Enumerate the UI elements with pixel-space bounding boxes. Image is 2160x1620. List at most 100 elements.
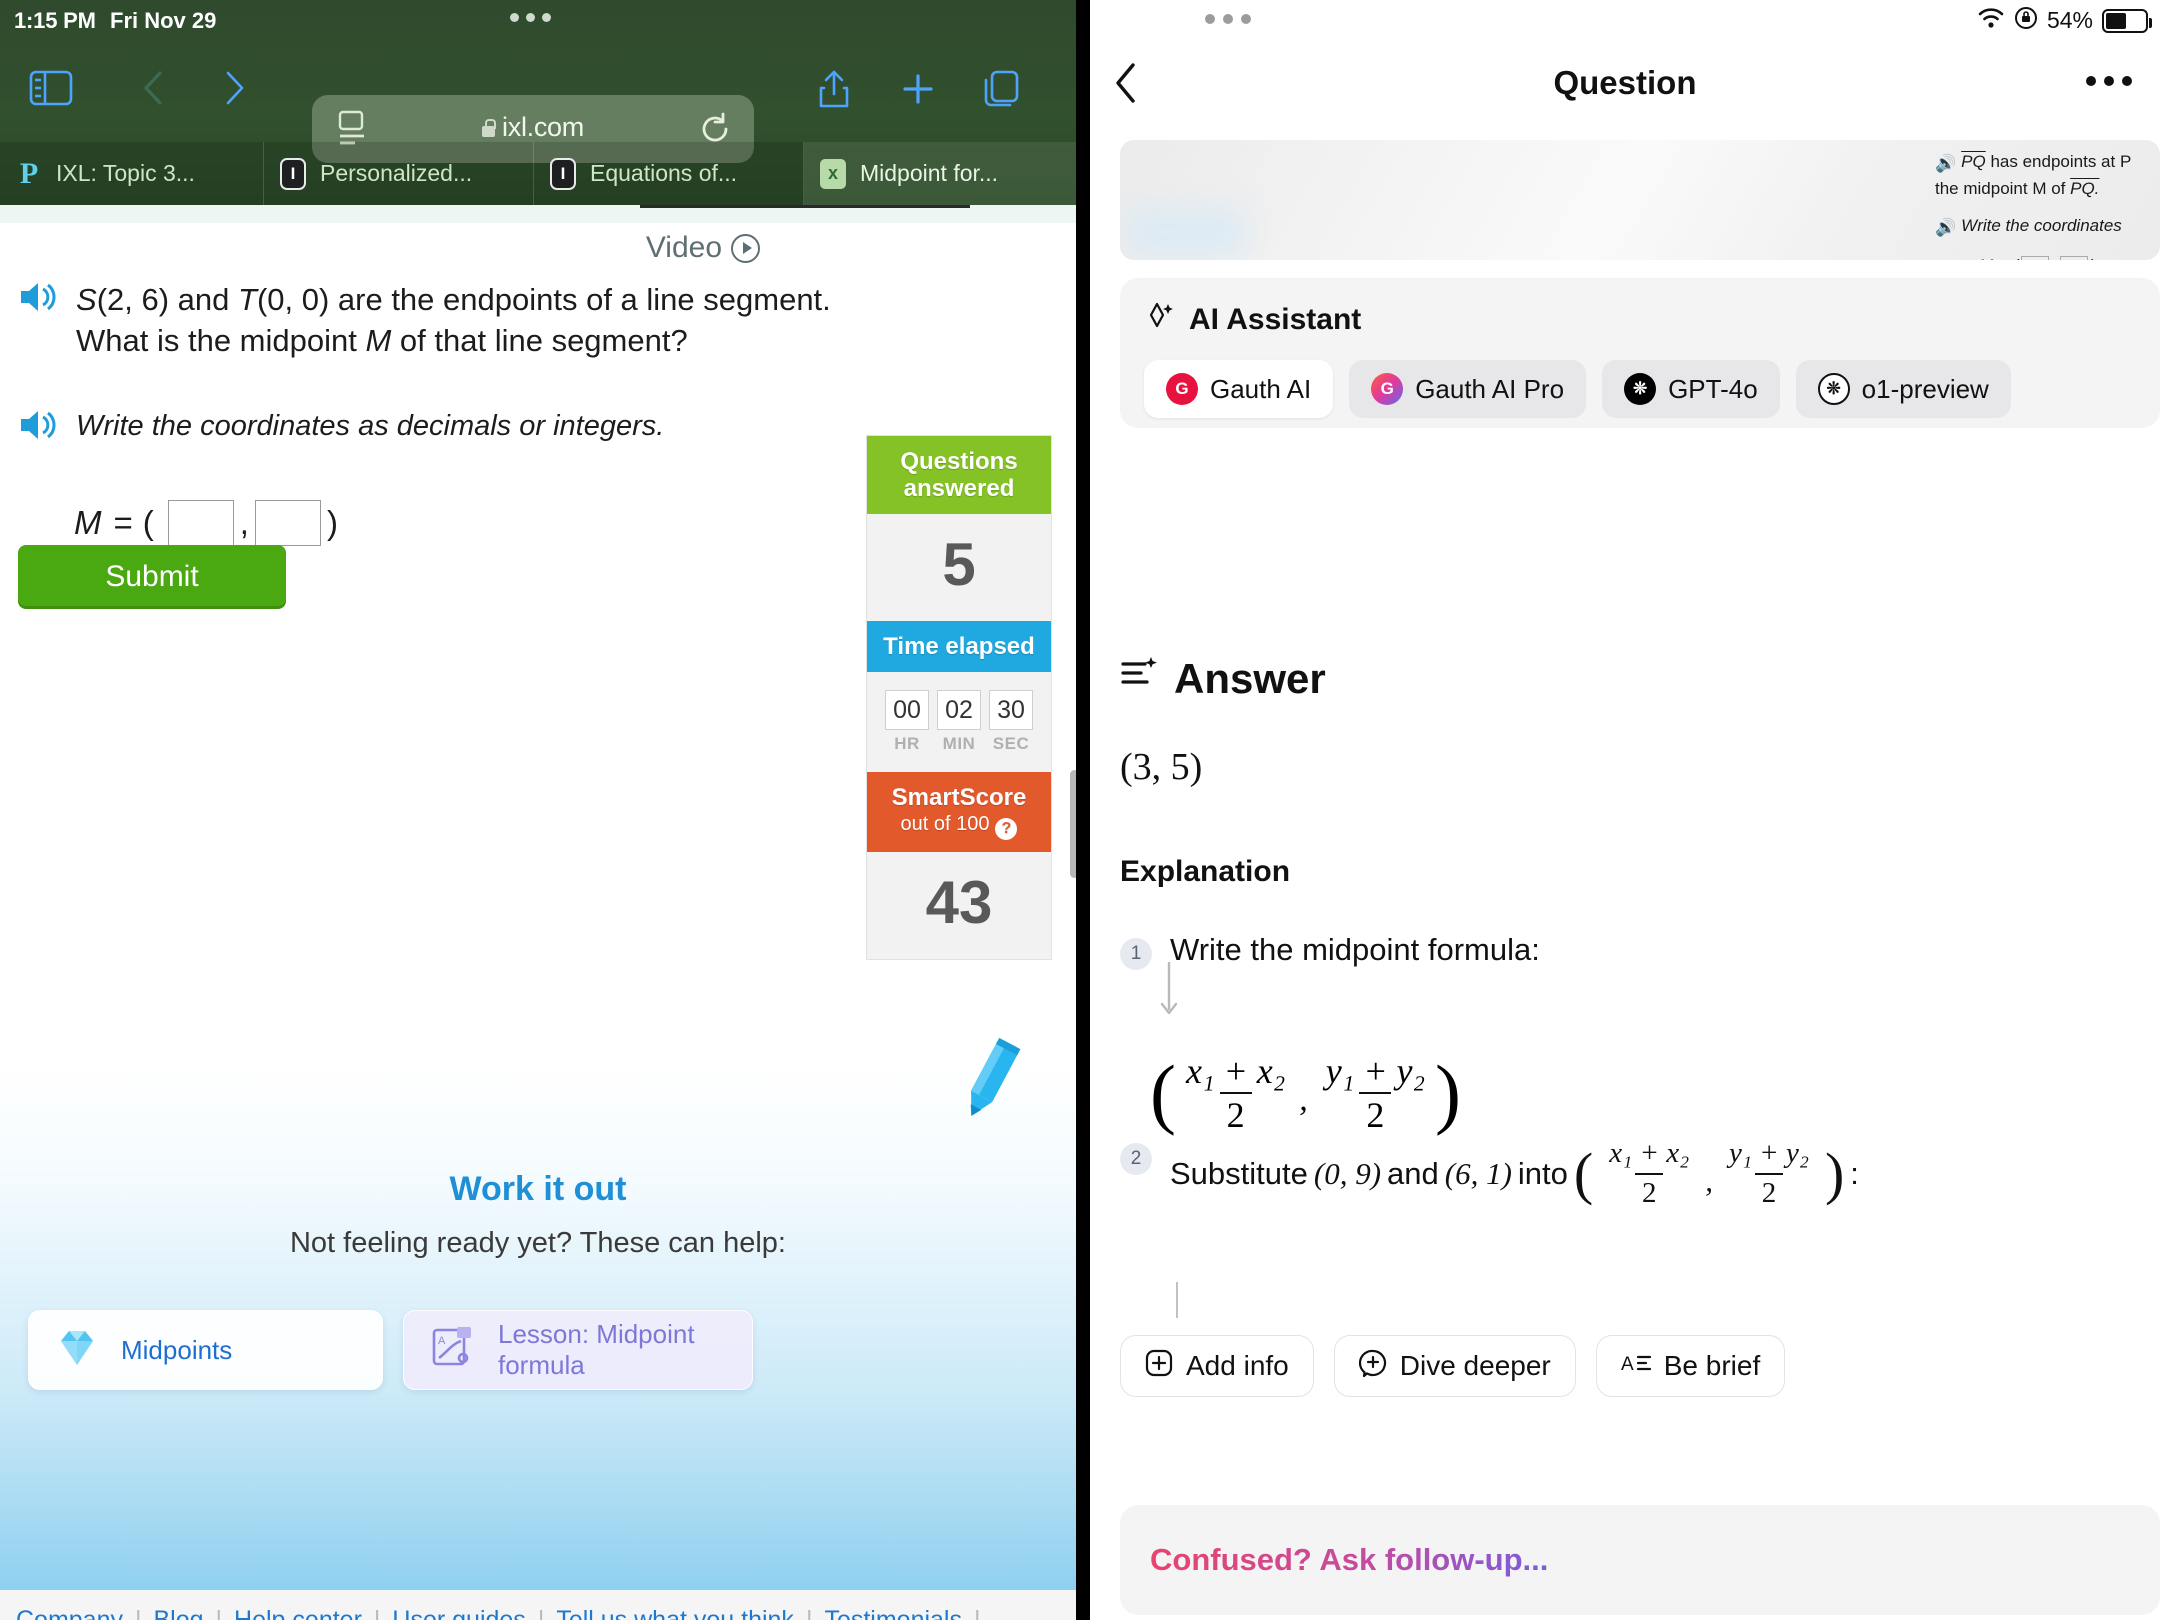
page-scrollbar[interactable] — [1070, 770, 1076, 878]
battery-icon — [2102, 8, 2152, 33]
step-number: 2 — [1120, 1143, 1152, 1175]
footer-links: Company | Blog | Help center | User guides |… — [0, 1590, 1076, 1620]
tabs-overview-icon[interactable] — [982, 68, 1022, 115]
tab-personalized[interactable]: I Personalized... — [264, 142, 534, 205]
work-it-out-title: Work it out — [449, 1170, 627, 1208]
step2-point-2: (6, 1) — [1444, 1155, 1512, 1191]
tab-label: IXL: Topic 3... — [56, 160, 195, 186]
tab-label: Midpoint for... — [860, 160, 999, 186]
be-brief-button[interactable]: A Be brief — [1595, 1335, 1786, 1397]
timer-minutes: 02 MIN — [937, 690, 981, 754]
divider: | — [373, 1605, 381, 1620]
footer-link-user-guides[interactable]: User guides — [392, 1606, 525, 1620]
help-cards: Midpoints A Lesson: Midpoint formula — [0, 1260, 1076, 1390]
back-chevron-icon[interactable] — [140, 68, 166, 113]
answer-heading: Answer — [1120, 655, 1326, 703]
url-host: ixl.com — [502, 112, 584, 142]
model-chip-gauth-ai-pro[interactable]: G Gauth AI Pro — [1349, 360, 1587, 418]
x-denominator: 2 — [1219, 1092, 1252, 1136]
footer-link-blog[interactable]: Blog — [154, 1606, 204, 1620]
speaker-icon[interactable] — [18, 408, 58, 442]
plus-icon[interactable] — [900, 68, 936, 115]
pencil-icon — [948, 1035, 1034, 1132]
timer: 00 HR 02 MIN 30 SEC — [867, 672, 1051, 758]
preview-instruction: Write the coordinates — [1961, 216, 2122, 236]
timer-seconds-value: 30 — [989, 690, 1033, 731]
y-fraction: y₁ + y₂ 2 — [1319, 1050, 1432, 1136]
ixl-dark-icon: I — [278, 157, 308, 190]
question-area: S(2, 6) and T(0, 0) are the endpoints of… — [18, 280, 848, 546]
smartscore-label: SmartScore — [891, 784, 1027, 812]
footer-link-feedback[interactable]: Tell us what you think — [556, 1606, 794, 1620]
stats-sidebar: Questions answered 5 Time elapsed 00 HR … — [866, 435, 1052, 961]
tab-midpoint-formula[interactable]: x Midpoint for... — [804, 142, 1076, 205]
instruction-row: Write the coordinates as decimals or int… — [18, 408, 848, 446]
midpoint-formula-display: ( x₁ + x₂ 2 , y₁ + y₂ 2 ) — [1150, 1050, 1461, 1136]
question-preview-text: 🔊 PQ has endpoints at P the midpoint M of… — [1935, 150, 2160, 260]
preview-answer-close: ) — [2091, 256, 2097, 260]
svg-text:A: A — [1621, 1354, 1634, 1375]
preview-text-2: the midpoint M of — [1935, 178, 2071, 198]
help-card-lesson[interactable]: A Lesson: Midpoint formula — [403, 1310, 753, 1390]
screen: 1:15 PM Fri Nov 29 ixl.com P IXL: Topic … — [0, 0, 2160, 1620]
point-t: T — [238, 282, 257, 317]
work-it-out-section: Work it out Not feeling ready yet? These… — [0, 1037, 1076, 1590]
footer-link-company[interactable]: Company — [16, 1606, 123, 1620]
video-link[interactable]: Video — [646, 231, 760, 265]
text-caret — [1176, 1282, 1178, 1318]
tab-equations[interactable]: I Equations of... — [534, 142, 804, 205]
gauth-icon: G — [1166, 373, 1198, 405]
preview-answer-row: M = (,) — [1979, 254, 2160, 260]
more-dots-icon[interactable] — [2086, 76, 2132, 86]
gauth-app-panel: 54% Question 🔊 PQ has endpoints at P the … — [1090, 0, 2160, 1620]
help-icon[interactable]: ? — [995, 818, 1018, 841]
action-label: Be brief — [1663, 1350, 1761, 1381]
play-icon — [731, 233, 760, 263]
x-denominator: 2 — [1634, 1172, 1664, 1213]
browser-toolbar: ixl.com — [0, 42, 1076, 163]
status-time: 1:15 PM — [14, 8, 96, 33]
x-numerator: x₁ + x₂ — [1609, 1137, 1690, 1169]
answer-x-input[interactable] — [167, 499, 234, 546]
y-numerator: y₁ + y₂ — [1728, 1137, 1809, 1169]
help-card-midpoints[interactable]: Midpoints — [28, 1310, 383, 1390]
multitask-dots-icon[interactable] — [510, 13, 551, 22]
open-paren: ( — [1573, 1141, 1594, 1207]
question-part-3: of that line segment? — [391, 322, 688, 358]
submit-button[interactable]: Submit — [18, 545, 286, 609]
tab-ixl-topic[interactable]: P IXL: Topic 3... — [0, 142, 264, 205]
ai-assistant-title: AI Assistant — [1189, 303, 1362, 336]
multitask-dots-icon[interactable] — [1205, 14, 1251, 24]
timer-hours: 00 HR — [885, 690, 929, 754]
preview-line-2: the midpoint M of PQ. — [1935, 177, 2160, 202]
answer-y-input[interactable] — [254, 499, 321, 546]
safari-chrome: 1:15 PM Fri Nov 29 ixl.com P IXL: Topic … — [0, 0, 1076, 205]
status-date: Fri Nov 29 — [110, 8, 217, 33]
model-chip-o1-preview[interactable]: ❊ o1-preview — [1795, 360, 2011, 418]
sidebar-icon[interactable] — [28, 68, 74, 113]
speaker-icon[interactable] — [18, 280, 58, 314]
page-peek-strip — [0, 205, 1076, 223]
forward-chevron-icon[interactable] — [222, 68, 248, 113]
instruction-text: Write the coordinates as decimals or int… — [76, 409, 665, 442]
model-chip-gpt-4o[interactable]: ❊ GPT-4o — [1602, 360, 1780, 418]
model-chip-gauth-ai[interactable]: G Gauth AI — [1144, 360, 1334, 418]
timer-hours-label: HR — [894, 734, 920, 754]
text-size-icon: A — [1621, 1349, 1651, 1384]
smartscore-value: 43 — [925, 869, 993, 937]
tab-strip: P IXL: Topic 3... I Personalized... I Eq… — [0, 142, 1076, 205]
close-paren: ) — [1824, 1141, 1845, 1207]
add-info-button[interactable]: Add info — [1120, 1335, 1314, 1397]
question-preview-card[interactable]: 🔊 PQ has endpoints at P the midpoint M of… — [1120, 140, 2160, 260]
footer-link-help-center[interactable]: Help center — [234, 1606, 362, 1620]
divider: | — [215, 1605, 223, 1620]
dive-deeper-button[interactable]: Dive deeper — [1333, 1335, 1576, 1397]
share-icon[interactable] — [816, 68, 852, 115]
divider: | — [135, 1605, 142, 1620]
step-text: Write the midpoint formula: — [1170, 932, 1540, 967]
ipad-status-bar: 1:15 PM Fri Nov 29 — [0, 0, 1076, 42]
model-chip-list: G Gauth AI G Gauth AI Pro ❊ GPT-4o ❊ o1-… — [1144, 360, 2136, 418]
timer-seconds: 30 SEC — [989, 690, 1033, 754]
footer-link-testimonials[interactable]: Testimonials — [824, 1606, 962, 1620]
followup-input[interactable]: Confused? Ask follow-up... — [1120, 1505, 2160, 1615]
